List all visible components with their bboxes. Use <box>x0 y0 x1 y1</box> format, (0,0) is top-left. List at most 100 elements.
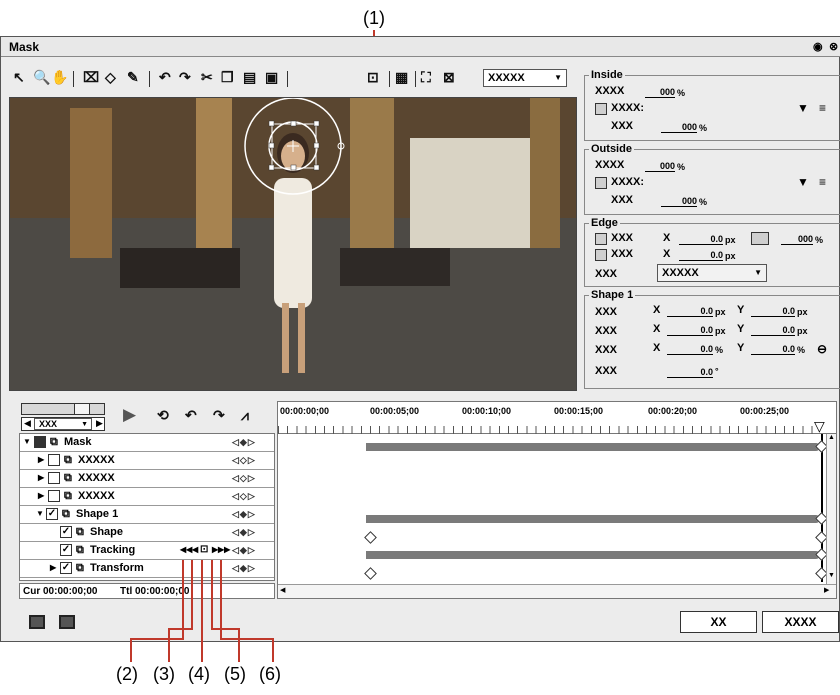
cut-icon[interactable]: ✂ <box>201 69 213 86</box>
scroll-left-icon[interactable]: ◀ <box>24 418 31 429</box>
keyframe-nav[interactable]: ◁◆▷ <box>232 437 256 448</box>
track-row[interactable]: ▶ ⧉ XXXXX ◁◇▷ <box>20 470 274 488</box>
view-toggle-2[interactable] <box>59 615 75 629</box>
edge-row2-input[interactable]: 0.0 <box>679 250 723 261</box>
delete-icon[interactable]: ▣ <box>265 69 278 86</box>
scroll-up-icon[interactable]: ▲ <box>828 434 835 441</box>
expand-arrow-icon[interactable]: ▶ <box>50 563 56 572</box>
vertical-scrollbar[interactable]: ▲ ▼ <box>826 434 836 584</box>
scroll-right-icon[interactable]: ▶ <box>824 586 829 594</box>
timeline-clip-bar[interactable] <box>366 443 820 451</box>
track-current-icon[interactable]: ⊡ <box>200 544 208 555</box>
track-row[interactable]: ▶ ⧉ XXXXX ◁◇▷ <box>20 488 274 506</box>
track-checkbox[interactable]: ✓ <box>60 526 72 538</box>
shape1-row-y-input[interactable]: 0.0 <box>751 325 795 336</box>
graph-icon[interactable]: ⩘ <box>241 407 249 424</box>
copy-icon[interactable]: ❐ <box>221 69 234 86</box>
timeline[interactable]: 00:00:00;00 00:00:05;00 00:00:10;00 00:0… <box>277 401 837 599</box>
zoom-icon[interactable]: 🔍 <box>33 69 50 86</box>
scroll-right-icon[interactable]: ▶ <box>96 418 103 429</box>
outside-menu-icon[interactable]: ≡ <box>819 175 826 189</box>
track-row-tracking[interactable]: ✓ ⧉ Tracking ◀◀ ◀ ⊡ ▶ ▶▶ ◁◆▷ <box>20 542 274 560</box>
play-icon[interactable]: ▶ <box>123 405 136 425</box>
outside-filter-icon[interactable]: ▼ <box>797 175 809 189</box>
zoom-slider-thumb[interactable] <box>74 404 90 414</box>
track-checkbox[interactable]: ✓ <box>60 544 72 556</box>
paste-icon[interactable]: ▤ <box>243 69 256 86</box>
view-mode-dropdown[interactable]: XXXXX ▼ <box>483 69 567 87</box>
keyframe-nav[interactable]: ◁◆▷ <box>232 545 256 556</box>
keyframe-nav[interactable]: ◁◆▷ <box>232 527 256 538</box>
view-toggle-1[interactable] <box>29 615 45 629</box>
transform-icon[interactable]: ⌧ <box>83 69 99 86</box>
fit-icon[interactable]: ⛶ <box>421 69 431 86</box>
track-checkbox[interactable] <box>48 454 60 466</box>
keyframe-nav[interactable]: ◁◇▷ <box>232 455 256 466</box>
outside-checkbox[interactable] <box>595 177 607 189</box>
shape1-row-y-input[interactable]: 0.0 <box>751 306 795 317</box>
edge-type-dropdown[interactable]: XXXXX ▼ <box>657 264 767 282</box>
expand-arrow-icon[interactable]: ▶ <box>38 455 44 464</box>
shape1-row-y-input[interactable]: 0.0 <box>751 344 795 355</box>
loop-icon[interactable]: ⟲ <box>157 407 169 424</box>
scroll-down-icon[interactable]: ▼ <box>828 572 835 579</box>
edge-pct-input[interactable]: 000 <box>781 234 813 245</box>
inside-filter-icon[interactable]: ▼ <box>797 101 809 115</box>
inside-checkbox[interactable] <box>595 103 607 115</box>
video-preview[interactable] <box>9 97 577 391</box>
track-row[interactable]: ▶ ⧉ XXXXX ◁◇▷ <box>20 452 274 470</box>
edge-row1-input[interactable]: 0.0 <box>679 234 723 245</box>
fullscreen-icon[interactable]: ⊠ <box>443 69 455 86</box>
zoom-dropdown[interactable]: XXX ▼ <box>34 418 92 430</box>
track-backward-icon[interactable]: ◀ <box>192 545 198 554</box>
undo-icon[interactable]: ↶ <box>159 69 171 86</box>
track-row-mask[interactable]: ▼ ⧉ Mask ◁◆▷ <box>20 434 274 452</box>
inside-menu-icon[interactable]: ≡ <box>819 101 826 115</box>
redo-icon[interactable]: ↷ <box>213 407 225 424</box>
edge-color-swatch[interactable] <box>751 232 769 245</box>
playhead-marker-icon[interactable]: ▽ <box>814 418 825 435</box>
shape1-angle-input[interactable]: 0.0 <box>667 367 713 378</box>
grid-icon[interactable]: ▦ <box>395 69 408 86</box>
edge-row1-checkbox[interactable] <box>595 233 607 245</box>
zoom-select[interactable]: ◀ XXX ▼ ▶ <box>21 417 105 431</box>
keyframe-nav[interactable]: ◁◆▷ <box>232 563 256 574</box>
inside-opacity-input[interactable]: 000 <box>645 87 675 98</box>
expand-arrow-icon[interactable]: ▶ <box>38 473 44 482</box>
expand-arrow-icon[interactable]: ▶ <box>38 491 44 500</box>
keyframe-marker[interactable] <box>364 531 377 544</box>
outside-sub-input[interactable]: 000 <box>661 196 697 207</box>
outside-opacity-input[interactable]: 000 <box>645 161 675 172</box>
close-icon[interactable]: ⊗ <box>829 40 838 53</box>
cancel-button[interactable]: XXXX <box>762 611 839 633</box>
track-forward-all-icon[interactable]: ▶▶ <box>218 545 230 554</box>
timeline-clip-bar[interactable] <box>366 515 820 523</box>
horizontal-scrollbar[interactable]: ◀ ▶ <box>278 584 836 598</box>
shape1-row-x-input[interactable]: 0.0 <box>667 306 713 317</box>
shape1-row-x-input[interactable]: 0.0 <box>667 325 713 336</box>
link-icon[interactable]: ⊖ <box>817 342 827 356</box>
inside-sub-input[interactable]: 000 <box>661 122 697 133</box>
timeline-clip-bar[interactable] <box>366 551 820 559</box>
ellipse-icon[interactable]: ◇ <box>105 69 116 86</box>
pen-icon[interactable]: ✎ <box>127 69 139 86</box>
keyframe-nav[interactable]: ◁◇▷ <box>232 491 256 502</box>
scroll-left-icon[interactable]: ◀ <box>280 586 285 594</box>
keyframe-nav[interactable]: ◁◆▷ <box>232 509 256 520</box>
undo-icon[interactable]: ↶ <box>185 407 197 424</box>
track-row-transform[interactable]: ▶ ✓ ⧉ Transform ◁◆▷ <box>20 560 274 578</box>
edge-row2-checkbox[interactable] <box>595 249 607 261</box>
hand-icon[interactable]: ✋ <box>51 69 68 86</box>
expand-arrow-icon[interactable]: ▼ <box>23 437 31 446</box>
ok-button[interactable]: XX <box>680 611 757 633</box>
track-checkbox[interactable]: ✓ <box>46 508 58 520</box>
arrow-select-icon[interactable]: ↖ <box>13 69 25 86</box>
keyframe-marker[interactable] <box>364 567 377 580</box>
redo-icon[interactable]: ↷ <box>179 69 191 86</box>
time-ruler[interactable]: 00:00:00;00 00:00:05;00 00:00:10;00 00:0… <box>278 402 836 434</box>
track-row-shape1[interactable]: ▼ ✓ ⧉ Shape 1 ◁◆▷ <box>20 506 274 524</box>
zoom-slider[interactable] <box>21 403 105 415</box>
settings-circle-icon[interactable]: ◉ <box>813 40 823 53</box>
track-checkbox[interactable] <box>48 490 60 502</box>
track-checkbox[interactable]: ✓ <box>60 562 72 574</box>
